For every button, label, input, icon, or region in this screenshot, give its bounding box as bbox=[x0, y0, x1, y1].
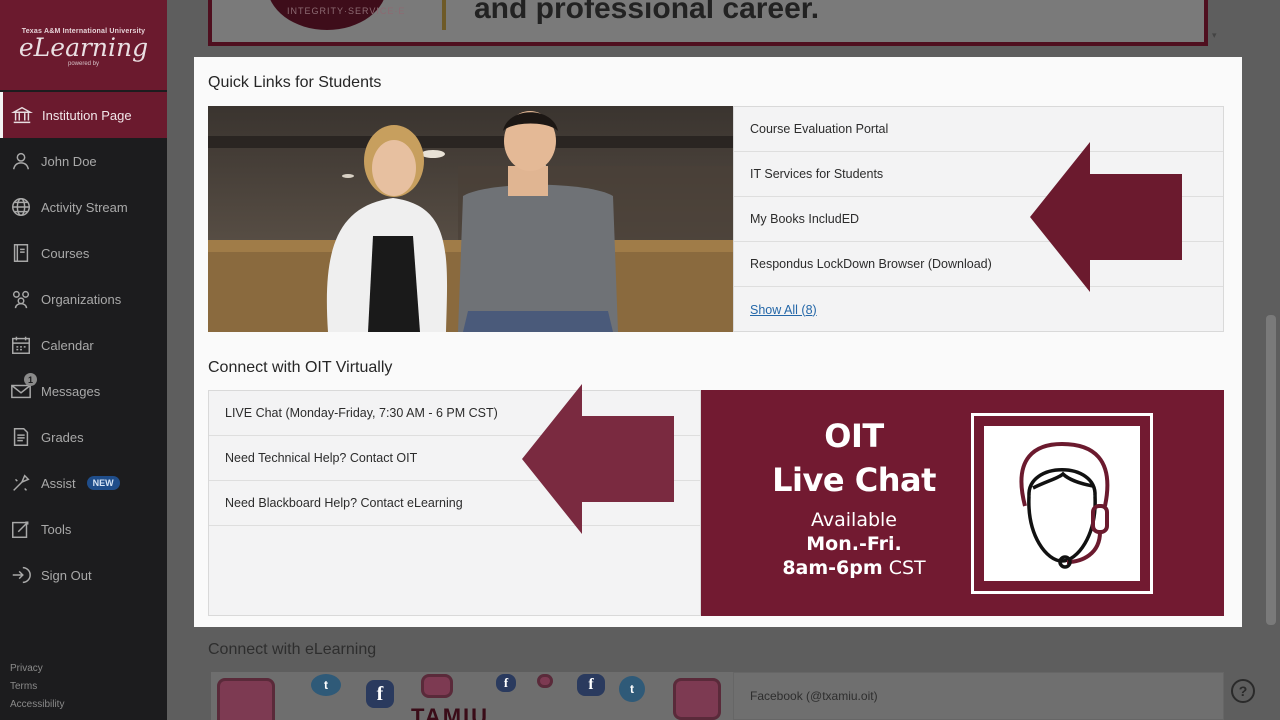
help-button[interactable]: ? bbox=[1231, 679, 1255, 703]
sidebar-item-label: Tools bbox=[41, 521, 72, 537]
sidebar-item-label: Institution Page bbox=[42, 107, 132, 123]
sidebar-item-assist[interactable]: Assist NEW bbox=[0, 460, 167, 506]
chat-banner-available: Available bbox=[810, 509, 897, 531]
terms-link[interactable]: Terms bbox=[10, 678, 64, 696]
new-badge: NEW bbox=[86, 476, 120, 490]
facebook-link[interactable]: Facebook (@txamiu.oit) bbox=[733, 672, 1224, 720]
tools-icon bbox=[12, 521, 29, 538]
sign-out-icon bbox=[12, 566, 31, 584]
students-photo-illustration bbox=[208, 106, 733, 332]
sidebar-item-label: Activity Stream bbox=[41, 199, 128, 215]
show-all-link[interactable]: Show All (8) bbox=[734, 287, 1223, 332]
calendar-icon bbox=[12, 336, 30, 354]
sidebar-item-messages[interactable]: 1 Messages bbox=[0, 368, 167, 414]
privacy-link[interactable]: Privacy bbox=[10, 660, 64, 678]
instagram-icon bbox=[421, 674, 453, 698]
sidebar-item-label: Organizations bbox=[41, 291, 122, 307]
highlight-panel: Quick Links for Students Course Evaluati… bbox=[194, 57, 1242, 627]
headset-agent-icon bbox=[1019, 441, 1110, 569]
arrow-left-icon bbox=[522, 384, 674, 534]
connect-oit-title: Connect with OIT Virtually bbox=[208, 359, 393, 376]
sidebar-item-sign-out[interactable]: Sign Out bbox=[0, 552, 167, 598]
elearning-logo: eLearning bbox=[18, 32, 149, 62]
students-photo bbox=[208, 106, 733, 332]
twitter-icon: t bbox=[619, 676, 645, 702]
sidebar-item-label: Messages bbox=[41, 383, 101, 399]
facebook-icon: f bbox=[366, 680, 394, 708]
sidebar: Texas A&M International University eLear… bbox=[0, 0, 167, 720]
arrow-left-icon bbox=[1030, 142, 1182, 292]
facebook-icon: f bbox=[496, 674, 516, 692]
sidebar-item-profile[interactable]: John Doe bbox=[0, 138, 167, 184]
chat-banner-days: Mon.-Fri. bbox=[806, 533, 902, 555]
sidebar-item-label: Assist bbox=[41, 475, 76, 491]
career-banner: INTEGRITY·SERVICE·E and professional car… bbox=[208, 0, 1208, 46]
sidebar-item-courses[interactable]: Courses bbox=[0, 230, 167, 276]
sidebar-item-organizations[interactable]: Organizations bbox=[0, 276, 167, 322]
message-count-badge: 1 bbox=[24, 373, 37, 386]
oit-live-chat-banner[interactable]: OIT Live Chat Available Mon.-Fri. 8am-6p… bbox=[701, 390, 1224, 616]
banner-text: and professional career. bbox=[474, 0, 820, 25]
headset-frame bbox=[971, 413, 1153, 594]
sidebar-item-label: Sign Out bbox=[41, 567, 92, 583]
chevron-down-icon[interactable]: ▾ bbox=[1212, 30, 1224, 44]
accessibility-link[interactable]: Accessibility bbox=[10, 696, 64, 714]
sidebar-item-tools[interactable]: Tools bbox=[0, 506, 167, 552]
assist-icon bbox=[13, 474, 30, 491]
powered-by: powered by bbox=[67, 60, 100, 67]
chat-banner-text: OIT Live Chat Available Mon.-Fri. 8am-6p… bbox=[701, 414, 1007, 580]
sidebar-item-grades[interactable]: Grades bbox=[0, 414, 167, 460]
sidebar-item-institution-page[interactable]: Institution Page bbox=[0, 92, 167, 138]
brand-logo[interactable]: Texas A&M International University eLear… bbox=[0, 0, 167, 90]
instagram-icon bbox=[217, 678, 275, 720]
nav-list: Institution Page John Doe Activity Strea… bbox=[0, 90, 167, 598]
sidebar-item-activity-stream[interactable]: Activity Stream bbox=[0, 184, 167, 230]
facebook-icon: f bbox=[577, 674, 605, 696]
sidebar-item-label: John Doe bbox=[41, 153, 97, 169]
social-media-collage[interactable]: t f f f t TAMIU bbox=[211, 672, 733, 720]
university-seal: INTEGRITY·SERVICE·E bbox=[267, 0, 404, 30]
sidebar-item-calendar[interactable]: Calendar bbox=[0, 322, 167, 368]
organizations-icon bbox=[12, 290, 30, 309]
chat-banner-oit: OIT bbox=[824, 417, 884, 455]
connect-elearning-title: Connect with eLearning bbox=[208, 641, 377, 658]
twitter-icon: t bbox=[311, 674, 341, 696]
page-scrollbar[interactable] bbox=[1266, 315, 1276, 625]
sidebar-footer: Privacy Terms Accessibility bbox=[10, 660, 64, 714]
chat-banner-hours: 8am-6pm CST bbox=[782, 557, 926, 579]
sidebar-item-label: Courses bbox=[41, 245, 90, 261]
instagram-icon bbox=[673, 678, 721, 720]
tamiu-wordmark: TAMIU bbox=[411, 704, 490, 720]
user-icon bbox=[12, 152, 30, 170]
institution-icon bbox=[11, 106, 33, 124]
globe-icon bbox=[12, 198, 30, 216]
chat-banner-live-chat: Live Chat bbox=[772, 461, 936, 499]
banner-divider bbox=[442, 0, 446, 30]
sidebar-item-label: Calendar bbox=[41, 337, 94, 353]
book-icon bbox=[13, 244, 29, 262]
sidebar-item-label: Grades bbox=[41, 429, 84, 445]
instagram-icon bbox=[537, 674, 553, 688]
grades-icon bbox=[13, 428, 29, 446]
quick-links-title: Quick Links for Students bbox=[208, 74, 382, 91]
